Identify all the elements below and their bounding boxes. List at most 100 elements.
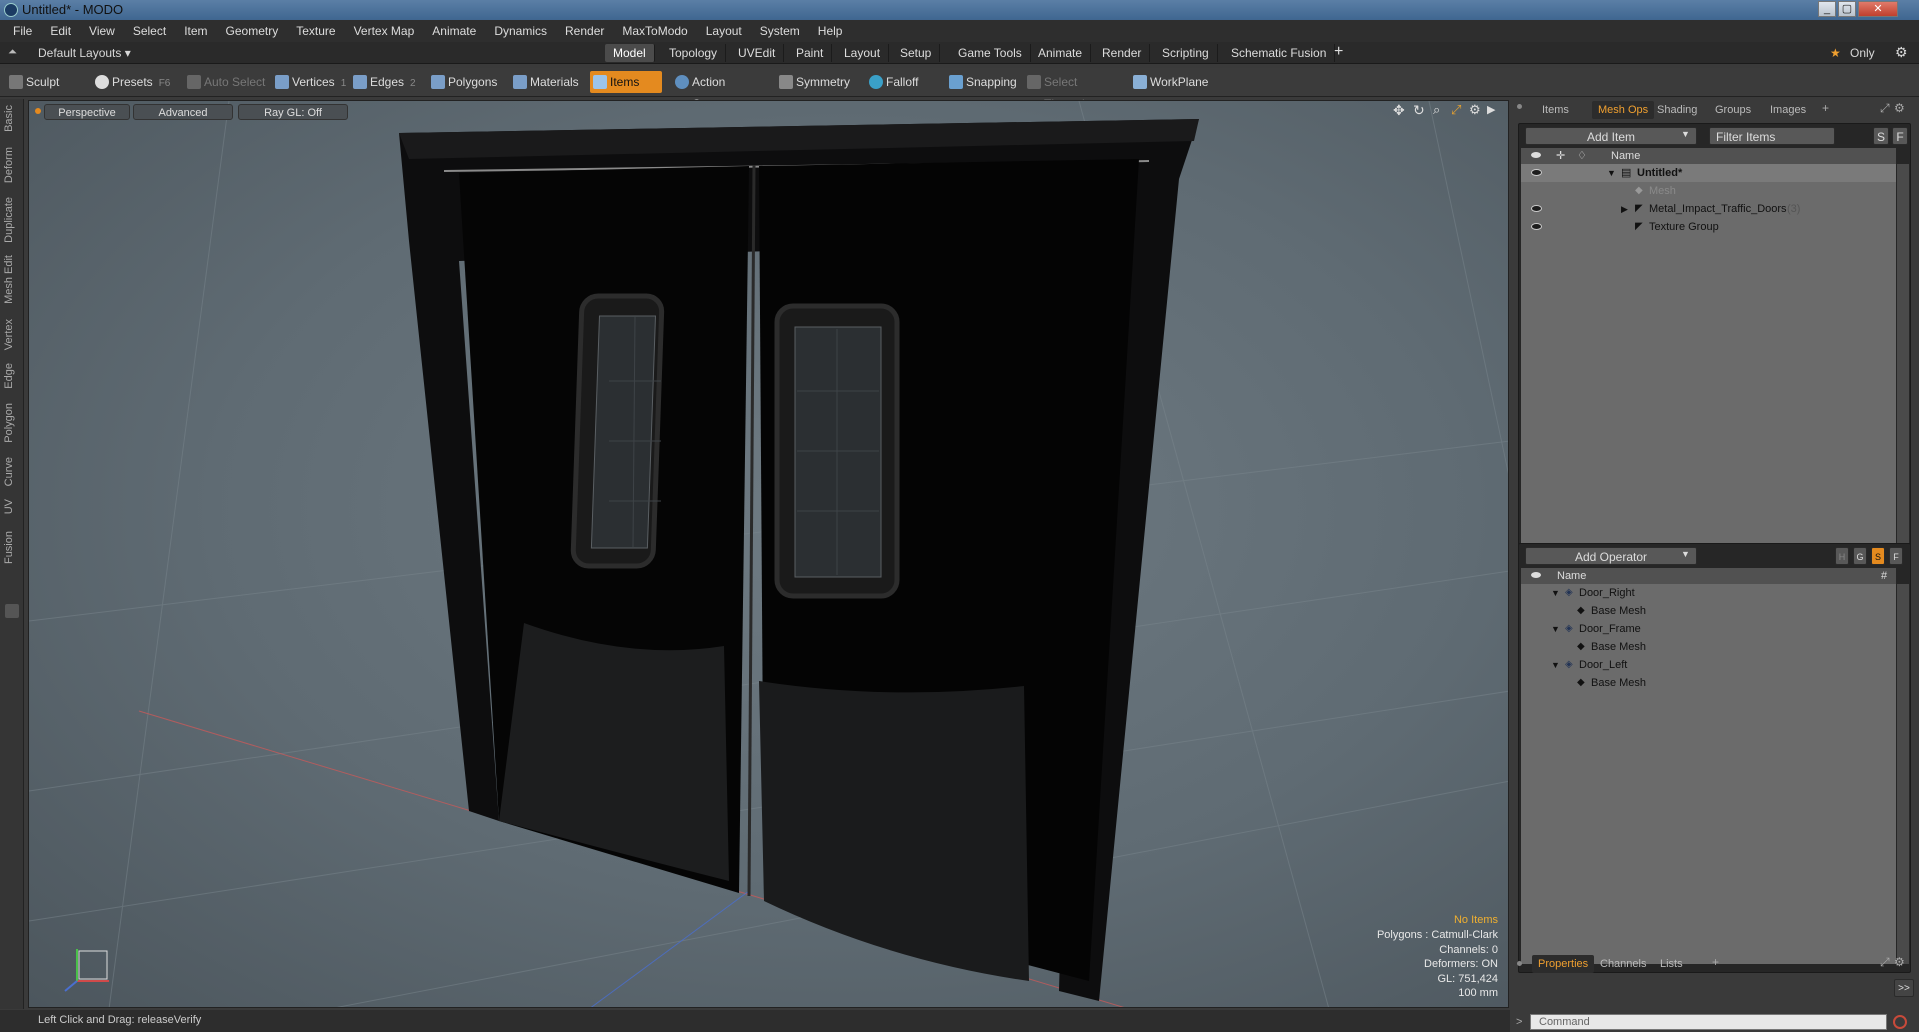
collapse-icon[interactable]: ⏶ [8, 46, 17, 59]
vtab-edge[interactable]: Edge [3, 363, 15, 389]
table-row[interactable]: ◆ Base Mesh [1521, 602, 1896, 620]
vtab-uv[interactable]: UV [3, 499, 15, 514]
close-button[interactable]: ✕ [1858, 1, 1898, 17]
panel-gear-icon[interactable]: ⚙ [1894, 101, 1905, 115]
tab-uvedit[interactable]: UVEdit [730, 44, 785, 62]
add-panel-tab-icon[interactable]: + [1822, 101, 1829, 115]
command-stop-icon[interactable] [1893, 1015, 1907, 1029]
panel-toggle-icon[interactable] [5, 604, 19, 618]
properties-gear-icon[interactable]: ⚙ [1894, 955, 1905, 969]
eye-icon[interactable] [1531, 169, 1542, 176]
eye-icon[interactable] [1531, 223, 1542, 230]
table-row[interactable]: ◆ Base Mesh [1521, 674, 1896, 692]
menu-render[interactable]: Render [556, 24, 613, 38]
list-item[interactable]: ▶ ◤ Metal_Impact_Traffic_Doors (3) [1521, 200, 1896, 218]
only-button[interactable]: Only [1850, 46, 1875, 60]
add-operator-dropdown-icon[interactable]: ▼ [1681, 549, 1690, 559]
menu-select[interactable]: Select [124, 24, 175, 38]
menu-view[interactable]: View [80, 24, 124, 38]
vtab-vertex[interactable]: Vertex [3, 319, 15, 350]
table-row[interactable]: ▼ ◈ Door_Frame [1521, 620, 1896, 638]
perspective-button[interactable]: Perspective [44, 104, 130, 120]
expand-icon[interactable]: ▶ [1621, 200, 1628, 218]
command-input[interactable]: Command [1530, 1014, 1887, 1030]
expand-icon[interactable]: ▼ [1607, 164, 1616, 182]
add-operator-button[interactable]: Add Operator [1525, 547, 1697, 565]
tab-topology[interactable]: Topology [661, 44, 727, 62]
select-through-button[interactable]: Select Through [1024, 71, 1124, 111]
list-item[interactable]: ◤ Texture Group [1521, 218, 1896, 236]
tab-game-tools[interactable]: Game Tools [950, 44, 1031, 62]
action-center-button[interactable]: Action Center [672, 71, 764, 111]
maximize-viewport-icon[interactable]: ⤢ [1451, 102, 1461, 118]
tab-channels[interactable]: Channels [1600, 955, 1646, 973]
vtab-basic[interactable]: Basic [3, 105, 15, 132]
menu-file[interactable]: File [4, 24, 41, 38]
minimize-button[interactable]: _ [1818, 1, 1836, 17]
menu-edit[interactable]: Edit [41, 24, 80, 38]
tab-animate[interactable]: Animate [1030, 44, 1092, 62]
workplane-button[interactable]: WorkPlane [1130, 71, 1210, 93]
viewport-gear-icon[interactable]: ⚙ [1469, 102, 1481, 118]
properties-expand-button[interactable]: >> [1894, 979, 1914, 997]
materials-button[interactable]: Materials [510, 71, 586, 93]
tab-images[interactable]: Images [1770, 101, 1806, 119]
f-operator-button[interactable]: F [1889, 547, 1903, 565]
add-tab-button[interactable]: + [1334, 43, 1343, 61]
rotate-icon[interactable]: ↻ [1413, 102, 1425, 119]
polygons-button[interactable]: Polygons [428, 71, 502, 93]
tab-render[interactable]: Render [1094, 44, 1151, 62]
menu-system[interactable]: System [751, 24, 809, 38]
pan-icon[interactable]: ✥ [1393, 102, 1405, 119]
tab-properties[interactable]: Properties [1532, 955, 1595, 973]
add-properties-tab-icon[interactable]: + [1712, 955, 1719, 969]
tab-groups[interactable]: Groups [1715, 101, 1751, 119]
tab-layout[interactable]: Layout [836, 44, 890, 62]
s-button[interactable]: S [1873, 127, 1889, 145]
tab-paint[interactable]: Paint [788, 44, 833, 62]
tab-model[interactable]: Model [605, 44, 655, 62]
tab-scripting[interactable]: Scripting [1154, 44, 1218, 62]
advanced-button[interactable]: Advanced [133, 104, 233, 120]
menu-layout[interactable]: Layout [697, 24, 751, 38]
vtab-duplicate[interactable]: Duplicate [3, 197, 15, 243]
add-item-button[interactable]: Add Item [1525, 127, 1697, 145]
eye-icon[interactable] [1531, 205, 1542, 212]
table-row[interactable]: ▼ ◈ Door_Right [1521, 584, 1896, 602]
vtab-curve[interactable]: Curve [3, 457, 15, 486]
expand-icon[interactable]: ▼ [1551, 620, 1560, 638]
layout-dropdown[interactable]: Default Layouts ▾ [38, 46, 131, 60]
items-button[interactable]: Items [590, 71, 662, 93]
g-button[interactable]: G [1853, 547, 1867, 565]
viewport-arrow-icon[interactable]: ▶ [1487, 103, 1495, 116]
h-button[interactable]: H [1835, 547, 1849, 565]
menu-geometry[interactable]: Geometry [217, 24, 288, 38]
filter-items-input[interactable]: Filter Items [1709, 127, 1835, 145]
expand-icon[interactable]: ▼ [1551, 584, 1560, 602]
table-row[interactable]: ◆ Base Mesh [1521, 638, 1896, 656]
tab-lists[interactable]: Lists [1660, 955, 1683, 973]
table-row[interactable]: ▼ ◈ Door_Left [1521, 656, 1896, 674]
edges-button[interactable]: Edges 2 [350, 71, 422, 93]
tab-items[interactable]: Items [1542, 101, 1569, 119]
raygl-button[interactable]: Ray GL: Off [238, 104, 348, 120]
sculpt-button[interactable]: Sculpt [6, 71, 88, 93]
items-scrollbar[interactable] [1897, 164, 1909, 604]
menu-item[interactable]: Item [175, 24, 216, 38]
operator-scrollbar[interactable] [1897, 584, 1909, 964]
menu-texture[interactable]: Texture [287, 24, 344, 38]
gear-icon[interactable]: ⚙ [1895, 44, 1908, 61]
tab-mesh-ops[interactable]: Mesh Ops [1592, 101, 1655, 119]
panel-expand-icon[interactable]: ⤢ [1880, 101, 1890, 116]
tab-shading[interactable]: Shading [1657, 101, 1697, 119]
menu-maxtomodo[interactable]: MaxToModo [613, 24, 696, 38]
tab-setup[interactable]: Setup [892, 44, 941, 62]
add-item-dropdown-icon[interactable]: ▼ [1681, 129, 1690, 139]
vtab-fusion[interactable]: Fusion [3, 531, 15, 564]
tab-schematic-fusion[interactable]: Schematic Fusion [1223, 44, 1336, 62]
snapping-button[interactable]: Snapping [946, 71, 1024, 93]
expand-icon[interactable]: ▼ [1551, 656, 1560, 674]
properties-expand-icon[interactable]: ⤢ [1880, 955, 1890, 970]
menu-vertex-map[interactable]: Vertex Map [345, 24, 424, 38]
vtab-polygon[interactable]: Polygon [3, 403, 15, 443]
